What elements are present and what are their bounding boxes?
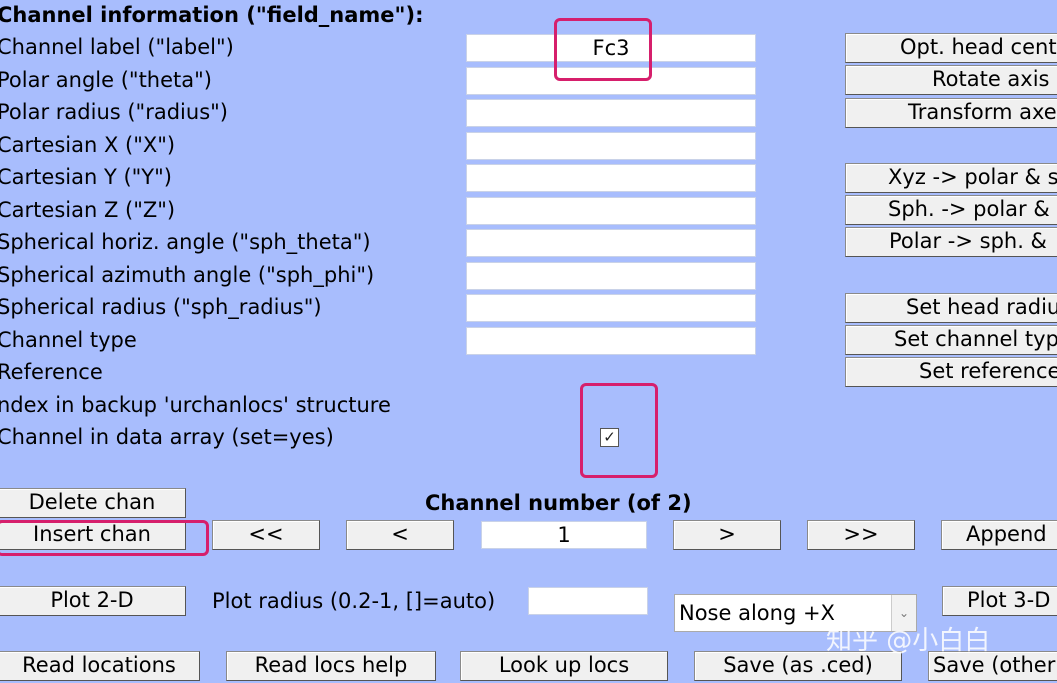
look-up-locs-button[interactable]: Look up locs bbox=[460, 651, 668, 681]
prev-channel-button[interactable]: < bbox=[346, 520, 454, 550]
polar-radius-field[interactable] bbox=[466, 99, 756, 127]
set-channel-type-button[interactable]: Set channel typ bbox=[845, 325, 1057, 355]
highlight-label-box bbox=[554, 18, 652, 81]
plot-2d-button[interactable]: Plot 2-D bbox=[0, 586, 186, 616]
sph-radius-field[interactable] bbox=[466, 294, 756, 322]
channel-number-field[interactable] bbox=[481, 521, 647, 549]
transform-axes-button[interactable]: Transform axe bbox=[845, 98, 1057, 128]
plot-radius-label: Plot radius (0.2-1, []=auto) bbox=[212, 589, 496, 613]
cartesian-y-field[interactable] bbox=[466, 164, 756, 192]
label-index-backup: ndex in backup 'urchanlocs' structure bbox=[0, 393, 391, 417]
xyz-to-polar-button[interactable]: Xyz -> polar & s bbox=[845, 163, 1057, 193]
polar-to-sph-button[interactable]: Polar -> sph. & bbox=[845, 227, 1057, 257]
sph-to-polar-button[interactable]: Sph. -> polar & bbox=[845, 195, 1057, 225]
nose-direction-value: Nose along +X bbox=[679, 601, 835, 625]
plot-radius-field[interactable] bbox=[528, 587, 648, 615]
label-reference: Reference bbox=[0, 360, 103, 384]
delete-chan-button[interactable]: Delete chan bbox=[0, 488, 186, 518]
sph-phi-field[interactable] bbox=[466, 262, 756, 290]
label-cartesian-x: Cartesian X ("X") bbox=[0, 133, 176, 157]
first-channel-button[interactable]: << bbox=[212, 520, 320, 550]
watermark: 知乎 @小白白 bbox=[826, 626, 991, 656]
read-locs-help-button[interactable]: Read locs help bbox=[226, 651, 436, 681]
label-sph-theta: Spherical horiz. angle ("sph_theta") bbox=[0, 230, 371, 254]
section-header: Channel information ("field_name"): bbox=[0, 3, 424, 27]
plot-3d-button[interactable]: Plot 3-D bbox=[942, 586, 1057, 616]
label-cartesian-z: Cartesian Z ("Z") bbox=[0, 198, 176, 222]
label-in-data-array: Channel in data array (set=yes) bbox=[0, 425, 334, 449]
label-sph-phi: Spherical azimuth angle ("sph_phi") bbox=[0, 263, 375, 287]
append-button[interactable]: Append bbox=[941, 520, 1057, 550]
label-polar-angle: Polar angle ("theta") bbox=[0, 68, 212, 92]
cartesian-z-field[interactable] bbox=[466, 197, 756, 225]
cartesian-x-field[interactable] bbox=[466, 132, 756, 160]
label-cartesian-y: Cartesian Y ("Y") bbox=[0, 165, 172, 189]
highlight-checkbox-box bbox=[580, 383, 658, 478]
channel-type-field[interactable] bbox=[466, 327, 756, 355]
label-channel-type: Channel type bbox=[0, 328, 137, 352]
channel-number-title: Channel number (of 2) bbox=[425, 491, 692, 515]
next-channel-button[interactable]: > bbox=[673, 520, 781, 550]
set-head-radius-button[interactable]: Set head radiu bbox=[845, 293, 1057, 323]
label-polar-radius: Polar radius ("radius") bbox=[0, 100, 228, 124]
highlight-insert-box bbox=[0, 520, 209, 556]
sph-theta-field[interactable] bbox=[466, 229, 756, 257]
read-locations-button[interactable]: Read locations bbox=[0, 651, 200, 681]
rotate-axis-button[interactable]: Rotate axis bbox=[845, 65, 1057, 95]
label-channel-label: Channel label ("label") bbox=[0, 35, 234, 59]
opt-head-center-button[interactable]: Opt. head cent bbox=[845, 33, 1057, 63]
last-channel-button[interactable]: >> bbox=[807, 520, 915, 550]
set-reference-button[interactable]: Set reference bbox=[845, 357, 1057, 387]
label-sph-radius: Spherical radius ("sph_radius") bbox=[0, 295, 322, 319]
